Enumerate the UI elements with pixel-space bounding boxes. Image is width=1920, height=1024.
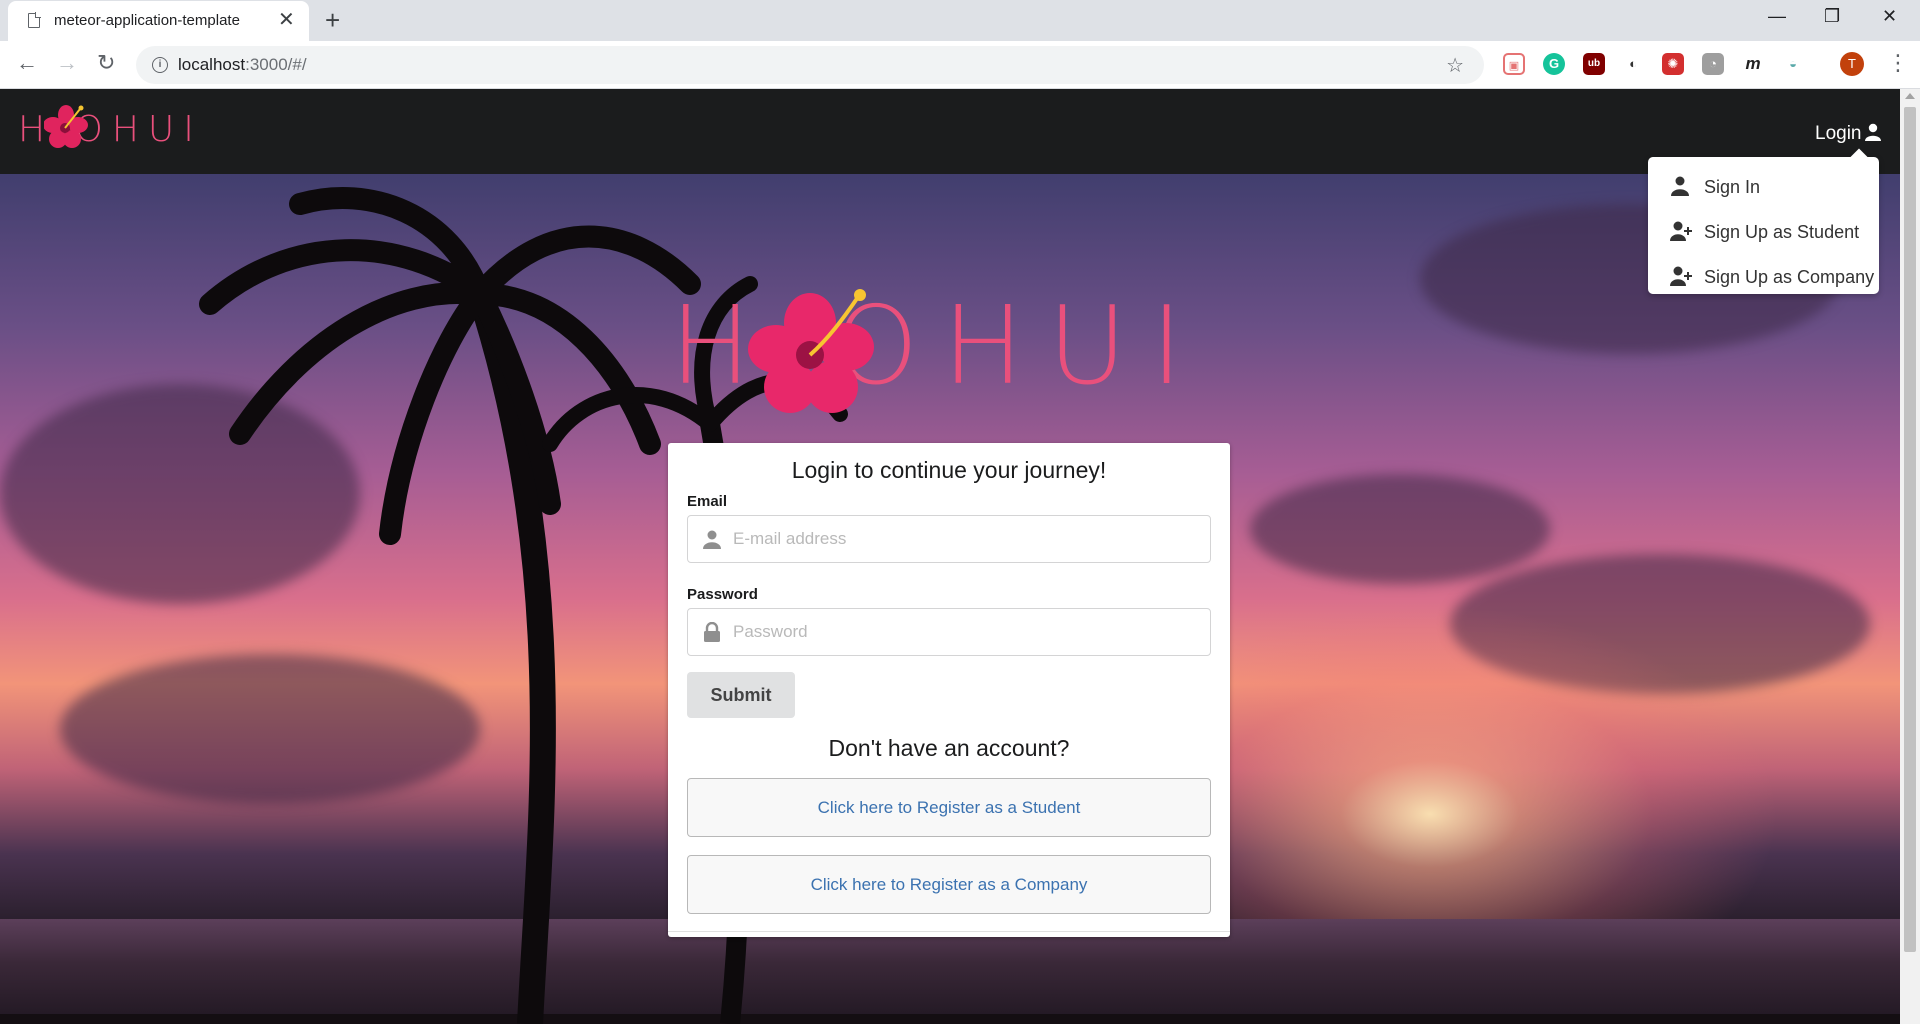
password-input[interactable] <box>733 609 1203 655</box>
hibiscus-icon <box>44 105 88 148</box>
privacy-badger-icon[interactable]: ◐ <box>1622 53 1644 75</box>
password-label: Password <box>687 586 758 603</box>
minimize-button[interactable]: — <box>1768 6 1786 27</box>
user-plus-icon <box>1670 221 1692 241</box>
ublock-icon[interactable]: ub <box>1583 53 1605 75</box>
email-label: Email <box>687 493 728 510</box>
menu-item-label: Sign In <box>1704 177 1761 197</box>
close-tab-icon[interactable]: ✕ <box>278 10 295 30</box>
user-icon <box>1671 176 1689 196</box>
extension-icon-1[interactable]: ▣ <box>1503 53 1525 75</box>
address-bar[interactable]: i localhost:3000/#/ ☆ <box>136 46 1484 84</box>
extension-icon-m[interactable]: m <box>1742 53 1764 75</box>
register-company-button[interactable]: Click here to Register as a Company <box>687 855 1211 914</box>
close-window-button[interactable]: ✕ <box>1882 6 1897 27</box>
new-tab-button[interactable]: + <box>325 6 340 34</box>
extension-icon-8[interactable]: ◒ <box>1782 53 1804 75</box>
profile-avatar[interactable]: T <box>1840 52 1864 76</box>
reload-button[interactable]: ↻ <box>97 51 115 75</box>
document-icon <box>28 12 41 28</box>
menu-item-sign-in[interactable]: Sign In <box>1648 165 1879 209</box>
user-plus-icon <box>1670 266 1692 286</box>
forward-button[interactable]: → <box>56 51 78 75</box>
register-student-button[interactable]: Click here to Register as a Student <box>687 778 1211 837</box>
menu-item-label: Sign Up as Student <box>1704 222 1860 242</box>
browser-menu-icon[interactable]: ⋮ <box>1887 49 1909 77</box>
hibiscus-flower-icon <box>748 289 874 413</box>
browser-tab[interactable]: meteor-application-template ✕ <box>8 1 309 41</box>
email-field[interactable] <box>687 515 1211 563</box>
login-card-title: Login to continue your journey! <box>791 457 1107 483</box>
url-path: :3000/#/ <box>245 55 307 74</box>
brand-logo[interactable]: H OHUI <box>18 105 203 153</box>
password-field[interactable] <box>687 608 1211 656</box>
page-viewport: H OHUI Login Sign In Sign Up as Student … <box>0 89 1900 1024</box>
scroll-up-arrow-icon[interactable] <box>1905 93 1915 99</box>
extension-icon-6[interactable]: ◔ <box>1702 53 1724 75</box>
page-scrollbar[interactable] <box>1900 89 1920 1024</box>
menu-item-sign-up-student[interactable]: Sign Up as Student <box>1648 210 1879 254</box>
grammarly-icon[interactable]: G <box>1543 53 1565 75</box>
cloud-shape <box>1250 474 1550 584</box>
card-divider <box>668 931 1230 937</box>
submit-button[interactable]: Submit <box>687 672 795 718</box>
extension-icon-5[interactable]: ✺ <box>1662 53 1684 75</box>
no-account-heading: Don't have an account? <box>828 735 1070 761</box>
menu-item-sign-up-company[interactable]: Sign Up as Company <box>1648 255 1879 299</box>
user-icon <box>1864 123 1881 141</box>
email-input[interactable] <box>733 516 1203 562</box>
login-dropdown-menu: Sign In Sign Up as Student Sign Up as Co… <box>1648 157 1879 294</box>
browser-tab-strip: meteor-application-template ✕ + — ❐ ✕ <box>0 0 1920 41</box>
restore-button[interactable]: ❐ <box>1824 6 1840 27</box>
top-navbar: H OHUI Login <box>0 89 1900 174</box>
scrollbar-thumb[interactable] <box>1904 107 1916 952</box>
url-text: localhost:3000/#/ <box>178 55 307 75</box>
url-host: localhost <box>178 55 246 74</box>
login-card: Login to continue your journey! Email Pa… <box>668 443 1230 937</box>
tab-title: meteor-application-template <box>54 12 240 29</box>
login-label: Login <box>1815 123 1862 144</box>
login-menu-toggle[interactable]: Login <box>1815 121 1882 145</box>
browser-toolbar: ← → ↻ i localhost:3000/#/ ☆ ▣ G ub ◐ ✺ ◔… <box>0 41 1920 89</box>
lock-icon <box>704 622 720 642</box>
menu-item-label: Sign Up as Company <box>1704 267 1875 287</box>
bookmark-star-icon[interactable]: ☆ <box>1446 53 1464 78</box>
user-icon <box>703 530 721 549</box>
back-button[interactable]: ← <box>16 51 38 75</box>
site-info-icon[interactable]: i <box>152 57 168 73</box>
